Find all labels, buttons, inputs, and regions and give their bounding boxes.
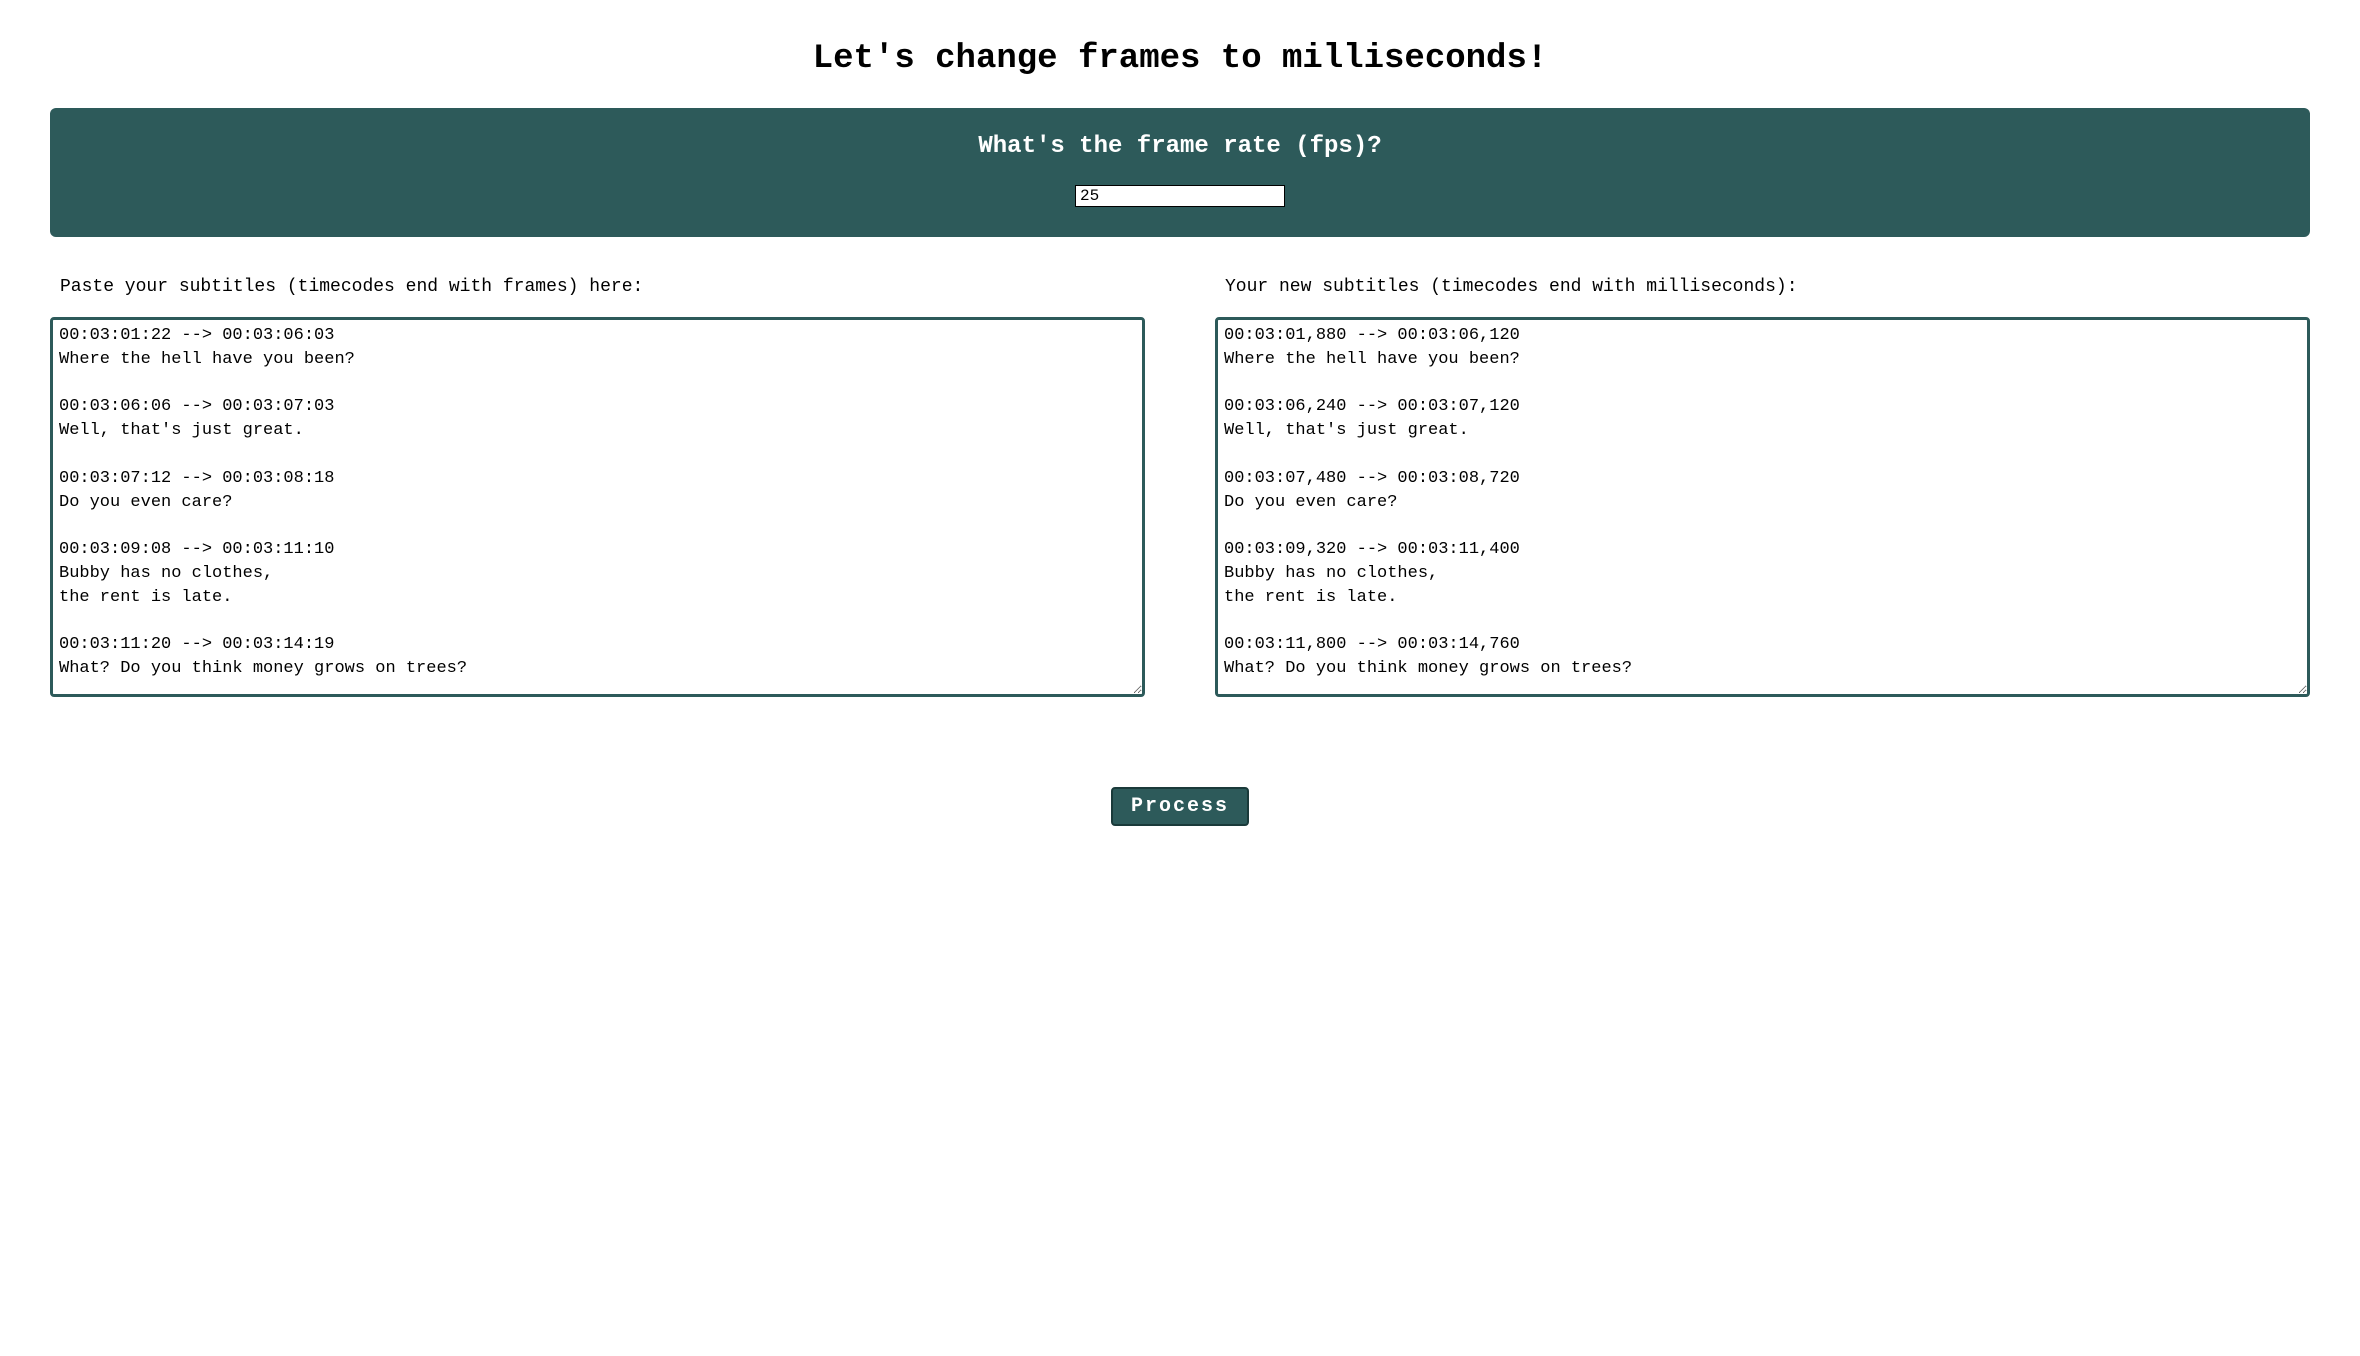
output-label: Your new subtitles (timecodes end with m… xyxy=(1215,277,2310,297)
input-subtitles-textarea[interactable] xyxy=(50,317,1145,697)
fps-input[interactable] xyxy=(1075,185,1285,207)
fps-panel: What's the frame rate (fps)? xyxy=(50,108,2310,237)
output-subtitles-textarea[interactable] xyxy=(1215,317,2310,697)
button-row: Process xyxy=(50,787,2310,826)
process-button[interactable]: Process xyxy=(1111,787,1249,826)
input-column: Paste your subtitles (timecodes end with… xyxy=(50,277,1145,697)
fps-label: What's the frame rate (fps)? xyxy=(70,133,2290,160)
output-column: Your new subtitles (timecodes end with m… xyxy=(1215,277,2310,697)
input-label: Paste your subtitles (timecodes end with… xyxy=(50,277,1145,297)
page-title: Let's change frames to milliseconds! xyxy=(50,40,2310,78)
subtitle-columns: Paste your subtitles (timecodes end with… xyxy=(50,277,2310,697)
